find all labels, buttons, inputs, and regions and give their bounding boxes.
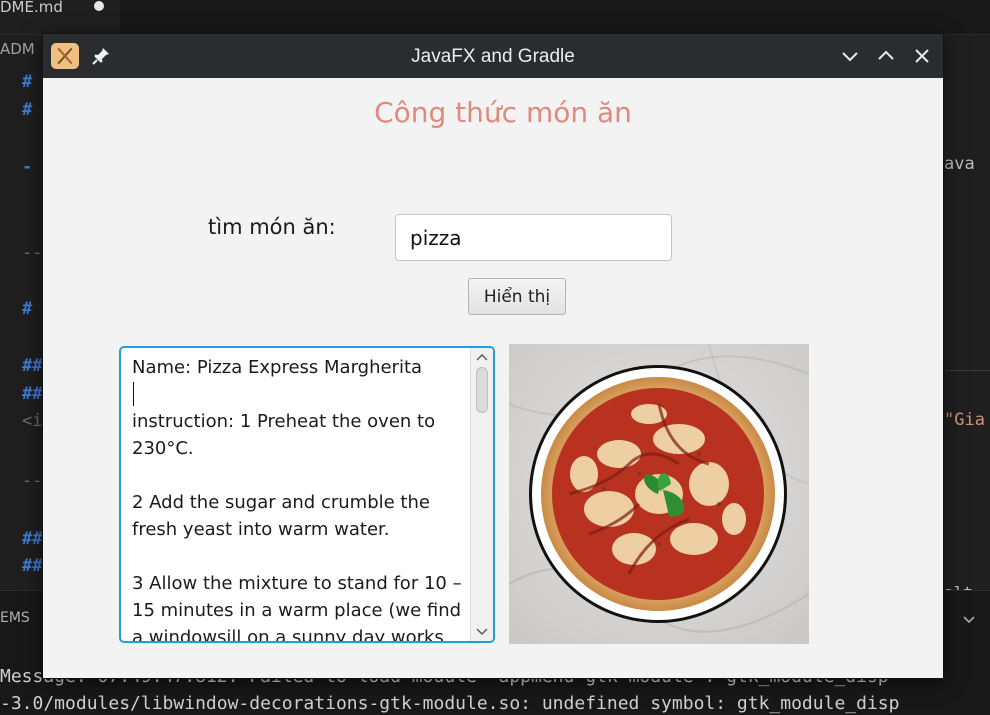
- search-label: tìm món ăn:: [208, 215, 336, 239]
- panel-chevron-down-icon[interactable]: [962, 611, 976, 625]
- scroll-down-arrow-icon[interactable]: [471, 623, 493, 641]
- search-input[interactable]: [395, 214, 672, 261]
- app-window: JavaFX and Gradle Công thức món ăn tìm m…: [42, 33, 944, 679]
- scroll-up-arrow-icon[interactable]: [471, 348, 493, 366]
- md-line: #: [22, 72, 33, 92]
- maximize-button[interactable]: [875, 45, 897, 67]
- md-line: <i: [22, 411, 43, 431]
- recipe-text: Name: Pizza Express Margherita instructi…: [132, 357, 462, 643]
- minimize-button[interactable]: [839, 45, 861, 67]
- close-button[interactable]: [911, 45, 933, 67]
- md-line: --: [22, 471, 43, 491]
- window-title: JavaFX and Gradle: [411, 46, 575, 67]
- recipe-textarea[interactable]: Name: Pizza Express Margherita instructi…: [119, 346, 495, 643]
- code-fragment: ava: [944, 154, 975, 174]
- title-bar[interactable]: JavaFX and Gradle: [43, 34, 943, 78]
- page-title: Công thức món ăn: [374, 96, 632, 129]
- md-line: -: [22, 157, 33, 177]
- md-line: #: [22, 299, 33, 319]
- show-button[interactable]: Hiển thị: [468, 278, 566, 315]
- scroll-thumb[interactable]: [476, 367, 488, 413]
- terminal-line: -3.0/modules/libwindow-decorations-gtk-m…: [0, 693, 900, 714]
- text-caret: [133, 382, 134, 406]
- md-line: ##: [22, 384, 43, 404]
- md-line: ##: [22, 356, 43, 376]
- editor-breadcrumb: ADM: [0, 40, 35, 58]
- md-line: #: [22, 100, 33, 120]
- dish-image: [508, 343, 810, 644]
- unsaved-dot-icon: [94, 1, 104, 11]
- md-line: --: [22, 243, 43, 263]
- panel-tab-problems[interactable]: EMS: [0, 610, 30, 626]
- vertical-scrollbar[interactable]: [470, 348, 493, 641]
- editor-tab-bar: DME.md: [0, 0, 990, 35]
- editor-divider: [946, 370, 990, 371]
- editor-tab-readme[interactable]: DME.md: [0, 0, 120, 34]
- md-line: ##: [22, 529, 43, 549]
- code-fragment: "Gia: [944, 410, 985, 430]
- editor-tab-label: DME.md: [0, 0, 63, 16]
- md-line: ##: [22, 556, 43, 576]
